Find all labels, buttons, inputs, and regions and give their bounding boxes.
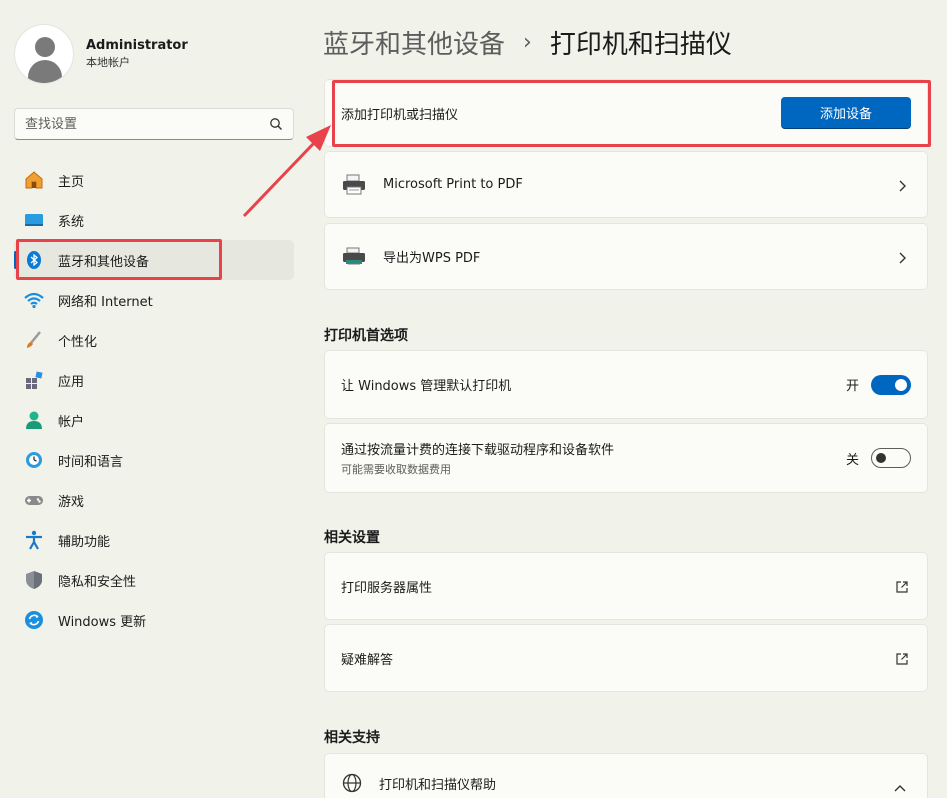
sidebar-nav: 主页 系统 蓝牙和其他设备 网络和 Internet 个性化 应用 帐户 时间和… [14, 160, 294, 640]
sidebar-item-windows-update[interactable]: Windows 更新 [14, 600, 294, 640]
open-external-icon [895, 651, 909, 665]
sidebar-item-label: 网络和 Internet [58, 294, 153, 310]
gaming-icon [22, 488, 46, 512]
printer-name: Microsoft Print to PDF [383, 177, 523, 192]
support-item[interactable]: 打印机和扫描仪帮助 [324, 753, 928, 798]
system-icon [22, 208, 46, 232]
related-setting-label: 疑难解答 [341, 652, 394, 668]
update-icon [22, 608, 46, 632]
sidebar: Administrator 本地帐户 主页 系统 蓝牙和其他设备 [0, 0, 310, 798]
sidebar-item-label: 个性化 [58, 334, 98, 350]
sidebar-item-label: 隐私和安全性 [58, 574, 137, 590]
preference-metered-download: 通过按流量计费的连接下载驱动程序和设备软件 可能需要收取数据费用 关 [324, 423, 928, 493]
preference-label: 通过按流量计费的连接下载驱动程序和设备软件 [341, 443, 615, 458]
sidebar-item-label: 游戏 [58, 494, 85, 510]
section-title-related-settings: 相关设置 [324, 530, 380, 546]
toggle-state-label: 开 [845, 379, 859, 394]
shield-icon [22, 568, 46, 592]
sidebar-item-gaming[interactable]: 游戏 [14, 480, 294, 520]
support-item-label: 打印机和扫描仪帮助 [379, 777, 497, 793]
add-printer-card: 添加打印机或扫描仪 添加设备 [324, 79, 928, 147]
related-setting-item[interactable]: 疑难解答 [324, 624, 928, 692]
printer-item[interactable]: 导出为WPS PDF [324, 223, 928, 290]
sidebar-item-time-language[interactable]: 时间和语言 [14, 440, 294, 480]
profile-name: Administrator [86, 38, 188, 53]
sidebar-item-label: 主页 [58, 174, 85, 190]
sidebar-item-apps[interactable]: 应用 [14, 360, 294, 400]
search-input[interactable] [25, 116, 269, 132]
breadcrumb-separator: › [523, 29, 532, 55]
toggle-state-label: 关 [845, 452, 859, 468]
preference-description: 可能需要收取数据费用 [341, 463, 451, 476]
section-title-printer-preferences: 打印机首选项 [324, 328, 408, 344]
search-icon[interactable] [269, 117, 283, 131]
sidebar-item-personalization[interactable]: 个性化 [14, 320, 294, 360]
sidebar-item-label: 帐户 [58, 414, 85, 430]
bluetooth-icon [22, 248, 46, 272]
sidebar-item-network[interactable]: 网络和 Internet [14, 280, 294, 320]
apps-icon [22, 368, 46, 392]
brush-icon [22, 328, 46, 352]
chevron-right-icon [897, 250, 907, 264]
breadcrumb-parent[interactable]: 蓝牙和其他设备 [323, 24, 505, 61]
search-box[interactable] [14, 108, 294, 140]
sidebar-item-label: 蓝牙和其他设备 [58, 254, 150, 270]
sidebar-item-label: Windows 更新 [58, 614, 147, 630]
page-title: 打印机和扫描仪 [549, 29, 732, 60]
sidebar-item-accounts[interactable]: 帐户 [14, 400, 294, 440]
add-device-button[interactable]: 添加设备 [781, 97, 911, 129]
open-external-icon [895, 579, 909, 593]
globe-icon [341, 772, 363, 794]
accessibility-icon [22, 528, 46, 552]
time-language-icon [22, 448, 46, 472]
add-printer-label: 添加打印机或扫描仪 [341, 107, 459, 123]
avatar [14, 24, 74, 84]
account-icon [22, 408, 46, 432]
home-icon [22, 168, 46, 192]
sidebar-item-home[interactable]: 主页 [14, 160, 294, 200]
profile-account-type: 本地帐户 [86, 56, 130, 69]
wifi-icon [22, 288, 46, 312]
sidebar-item-accessibility[interactable]: 辅助功能 [14, 520, 294, 560]
breadcrumb: 蓝牙和其他设备 › 打印机和扫描仪 [323, 22, 732, 62]
sidebar-item-label: 时间和语言 [58, 454, 124, 470]
chevron-up-icon[interactable] [893, 778, 907, 792]
sidebar-item-label: 系统 [58, 214, 85, 230]
printer-icon [341, 246, 367, 268]
metered-download-toggle[interactable] [871, 448, 911, 468]
sidebar-item-privacy-security[interactable]: 隐私和安全性 [14, 560, 294, 600]
preference-label: 让 Windows 管理默认打印机 [341, 379, 512, 394]
printer-icon [341, 174, 367, 196]
sidebar-item-system[interactable]: 系统 [14, 200, 294, 240]
section-title-related-support: 相关支持 [324, 730, 380, 746]
sidebar-item-bluetooth-devices[interactable]: 蓝牙和其他设备 [14, 240, 294, 280]
chevron-right-icon [897, 178, 907, 192]
related-setting-item[interactable]: 打印服务器属性 [324, 552, 928, 620]
printer-item[interactable]: Microsoft Print to PDF [324, 151, 928, 218]
related-setting-label: 打印服务器属性 [341, 580, 433, 596]
preference-default-printer: 让 Windows 管理默认打印机 开 [324, 350, 928, 419]
sidebar-item-label: 辅助功能 [58, 534, 111, 550]
sidebar-item-label: 应用 [58, 374, 85, 390]
default-printer-toggle[interactable] [871, 374, 911, 395]
printer-name: 导出为WPS PDF [383, 251, 481, 266]
user-profile[interactable]: Administrator 本地帐户 [14, 24, 188, 84]
